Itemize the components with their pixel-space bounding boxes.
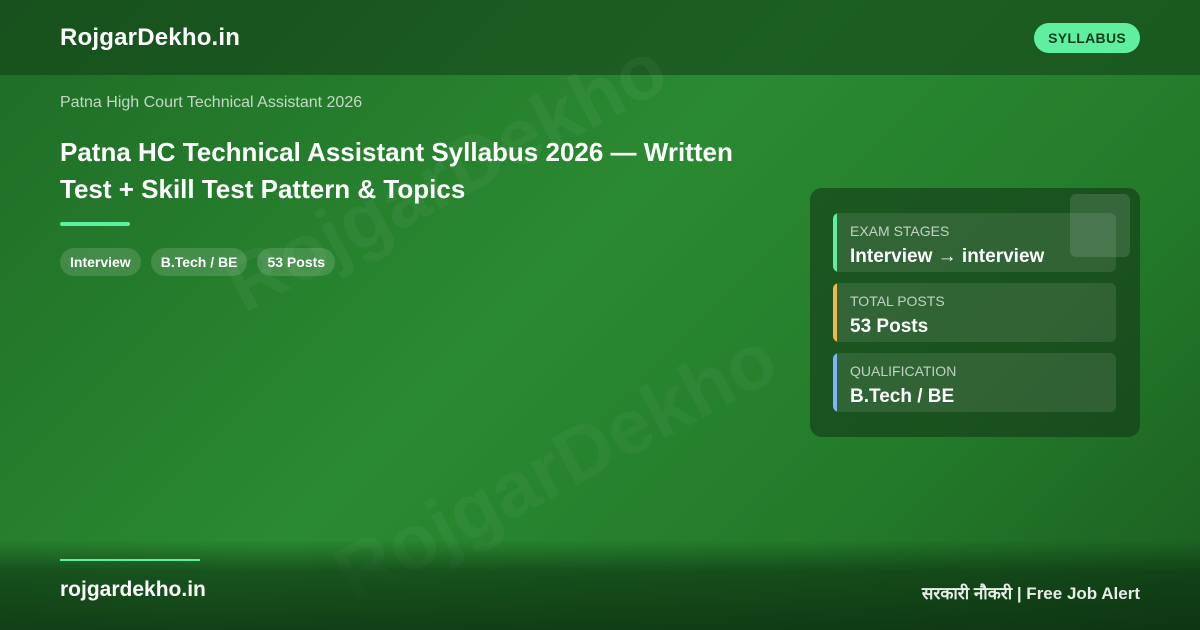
brand-logo-text[interactable]: RojgarDekho.in [60, 24, 240, 52]
info-row-value: 53 Posts [850, 316, 929, 337]
info-row-label: EXAM STAGES [850, 223, 950, 239]
footer-accent-divider [60, 559, 200, 561]
info-row-exam-stages: EXAM STAGES Interview → interview [833, 213, 1116, 272]
tag-list: Interview B.Tech / BE 53 Posts [60, 248, 336, 276]
info-row-qualification: QUALIFICATION B.Tech / BE [833, 353, 1116, 412]
info-row-label: TOTAL POSTS [850, 293, 945, 309]
syllabus-badge: SYLLABUS [1034, 23, 1140, 53]
row-accent-bar [833, 283, 837, 342]
info-row-label: QUALIFICATION [850, 363, 957, 379]
info-row-total-posts: TOTAL POSTS 53 Posts [833, 283, 1116, 342]
tag-interview: Interview [60, 248, 141, 276]
page-title: Patna HC Technical Assistant Syllabus 20… [60, 137, 733, 204]
title-accent-divider [60, 222, 130, 226]
tag-qualification: B.Tech / BE [150, 248, 248, 276]
info-row-value: B.Tech / BE [850, 386, 955, 407]
info-row-value: Interview → interview [850, 246, 1045, 267]
row-accent-bar [833, 213, 837, 272]
footer-site-link[interactable]: rojgardekho.in [60, 578, 206, 602]
page-subtitle: Patna High Court Technical Assistant 202… [60, 94, 363, 111]
row-accent-bar [833, 353, 837, 412]
tag-posts: 53 Posts [257, 248, 336, 276]
footer-tagline: सरकारी नौकरी | Free Job Alert [921, 584, 1140, 603]
